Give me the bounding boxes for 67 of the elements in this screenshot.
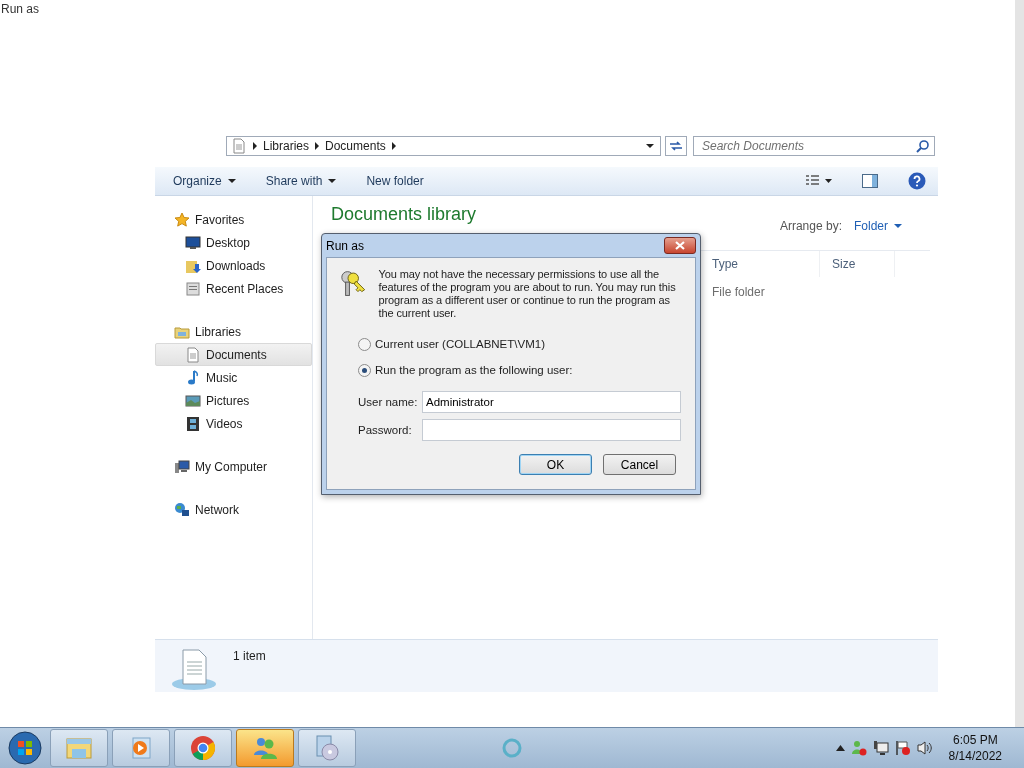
dialog-button[interactable]: OK: [519, 454, 592, 475]
nav-item[interactable]: Favorites: [155, 208, 312, 231]
nav-item[interactable]: Videos: [155, 412, 312, 435]
clock[interactable]: 6:05 PM 8/14/2022: [948, 732, 1002, 764]
permission-message: You may not have the necessary permissions to use all the features of the program you are about to run. You may run this program as a different user or continue to run the program as the current user.: [378, 268, 677, 320]
close-icon: [675, 241, 685, 250]
user-status-icon[interactable]: [850, 740, 867, 756]
speaker-icon[interactable]: [916, 740, 933, 756]
refresh-button[interactable]: [665, 136, 687, 156]
nav-item[interactable]: Documents: [155, 343, 312, 366]
picture-icon: [185, 392, 201, 409]
dialog-button[interactable]: Cancel: [603, 454, 676, 475]
monitor-icon: [185, 234, 201, 251]
help-icon[interactable]: [908, 172, 926, 190]
document-icon: [185, 346, 201, 363]
nav-item[interactable]: Recent Places: [155, 277, 312, 300]
nav-item[interactable]: Network: [155, 498, 312, 521]
window-title: Run as: [0, 1, 41, 16]
toolbar-button[interactable]: Share with: [265, 174, 337, 188]
nav-item[interactable]: Downloads: [155, 254, 312, 277]
film-icon: [185, 415, 201, 432]
busy-ring-icon: [502, 738, 522, 758]
preview-pane-icon[interactable]: [862, 174, 878, 188]
close-button[interactable]: [664, 237, 696, 254]
toolbar-button[interactable]: Organize: [173, 174, 236, 188]
document-stack-icon: [171, 646, 217, 692]
nav-item[interactable]: My Computer: [155, 455, 312, 478]
star-icon: [174, 211, 190, 228]
toolbar-button[interactable]: New folder: [366, 174, 424, 188]
field-label: User name:: [358, 396, 419, 408]
item-count: 1 item: [233, 648, 266, 665]
recent-places-icon: [185, 280, 201, 297]
document-icon: [231, 138, 247, 154]
view-options-icon[interactable]: [806, 175, 832, 187]
refresh-icon: [669, 140, 683, 152]
radio-button[interactable]: [358, 337, 371, 351]
nav-item[interactable]: Music: [155, 366, 312, 389]
search-icon: [916, 140, 929, 153]
network-status-icon[interactable]: [872, 740, 889, 756]
radio-button[interactable]: [358, 363, 371, 377]
breadcrumb-item[interactable]: Documents: [325, 139, 386, 153]
nav-item[interactable]: Pictures: [155, 389, 312, 412]
computer-icon: [174, 458, 190, 475]
address-bar[interactable]: Libraries Documents: [226, 136, 661, 156]
nav-item[interactable]: Libraries: [155, 320, 312, 343]
table-cell-text: File folder: [711, 285, 765, 299]
show-hidden-icons[interactable]: [835, 745, 845, 751]
user-radio[interactable]: Current user (COLLABNET\VM1): [358, 336, 681, 352]
arrange-dropdown[interactable]: Folder: [854, 219, 902, 233]
music-note-icon: [185, 369, 201, 386]
flag-error-icon[interactable]: [894, 740, 911, 756]
breadcrumb-item[interactable]: Libraries: [263, 139, 310, 153]
nav-item[interactable]: Desktop: [155, 231, 312, 254]
user-radio[interactable]: Run the program as the following user:: [358, 362, 681, 378]
taskbar-button[interactable]: [236, 729, 294, 767]
field-label: Password:: [358, 424, 413, 436]
input-field[interactable]: [422, 419, 681, 441]
network-icon: [174, 501, 190, 518]
library-title: Documents library: [331, 204, 477, 225]
chrome-icon: [188, 733, 218, 763]
input-field[interactable]: Administrator: [422, 391, 681, 413]
taskbar-button[interactable]: [174, 729, 232, 767]
windows-orb-icon: [8, 731, 42, 765]
dialog-title: Run as: [326, 238, 365, 253]
arrange-label: Arrange by:: [779, 219, 842, 233]
column-header[interactable]: Size: [820, 251, 895, 277]
search-field[interactable]: Search Documents: [693, 136, 935, 156]
